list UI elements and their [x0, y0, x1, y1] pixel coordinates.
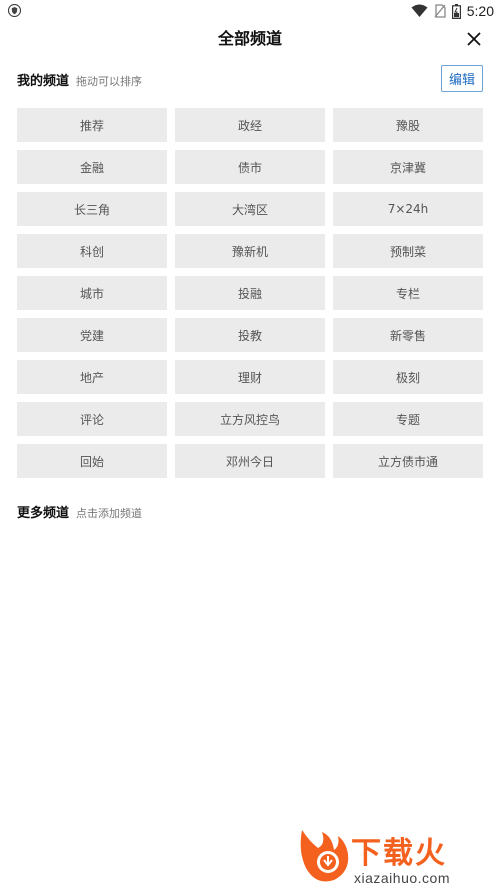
- header: 全部频道: [0, 26, 500, 52]
- channel-chip[interactable]: 立方风控鸟: [175, 402, 325, 436]
- my-channels-hint: 拖动可以排序: [76, 75, 143, 88]
- channel-chip[interactable]: 党建: [17, 318, 167, 352]
- more-channels-hint: 点击添加频道: [76, 507, 143, 520]
- wifi-icon: [411, 4, 428, 17]
- no-sim-icon: [434, 4, 446, 18]
- channel-chip[interactable]: 专栏: [333, 276, 483, 310]
- edit-button[interactable]: 编辑: [441, 65, 483, 92]
- channel-chip[interactable]: 科创: [17, 234, 167, 268]
- channel-chip[interactable]: 推荐: [17, 108, 167, 142]
- status-icons: 5:20: [411, 1, 494, 21]
- my-channels-grid: 推荐 政经 豫股金融 债市 京津冀长三角 大湾区 7×24h 科创 豫新机 预制菜城市 投融 专栏党建…: [17, 108, 483, 478]
- channel-chip[interactable]: 回始: [17, 444, 167, 478]
- channel-chip[interactable]: 专题: [333, 402, 483, 436]
- channel-chip[interactable]: 大湾区: [175, 192, 325, 226]
- channel-chip[interactable]: 城市: [17, 276, 167, 310]
- channel-chip[interactable]: 立方债市通: [333, 444, 483, 478]
- my-channels-title: 我的频道: [17, 74, 70, 89]
- channel-chip[interactable]: 理财: [175, 360, 325, 394]
- channel-chip[interactable]: 预制菜: [333, 234, 483, 268]
- channel-chip[interactable]: 评论: [17, 402, 167, 436]
- my-channels-header: 我的频道 拖动可以排序: [17, 70, 142, 89]
- channel-chip[interactable]: 长三角: [17, 192, 167, 226]
- channel-chip[interactable]: 投教: [175, 318, 325, 352]
- channel-chip[interactable]: 金融: [17, 150, 167, 184]
- watermark-logo: 下载火 xiazaihuo.com: [296, 822, 496, 888]
- more-channels-title: 更多频道: [17, 506, 70, 521]
- status-time: 5:20: [466, 3, 494, 19]
- channel-chip[interactable]: 政经: [175, 108, 325, 142]
- battery-icon: [451, 3, 461, 19]
- channel-chip[interactable]: 极刻: [333, 360, 483, 394]
- flame-logo-icon: [300, 830, 349, 882]
- page-title: 全部频道: [217, 29, 282, 48]
- close-icon[interactable]: [465, 30, 483, 48]
- channel-chip[interactable]: 豫新机: [175, 234, 325, 268]
- channel-chip[interactable]: 新零售: [333, 318, 483, 352]
- channel-chip[interactable]: 豫股: [333, 108, 483, 142]
- channel-chip[interactable]: 地产: [17, 360, 167, 394]
- status-bar: 5:20: [0, 0, 500, 22]
- more-channels-header: 更多频道 点击添加频道: [17, 502, 142, 521]
- watermark-url: xiazaihuo.com: [354, 870, 450, 886]
- channel-chip[interactable]: 邓州今日: [175, 444, 325, 478]
- watermark-text: 下载火: [351, 836, 447, 871]
- channel-chip[interactable]: 债市: [175, 150, 325, 184]
- channel-chip[interactable]: 投融: [175, 276, 325, 310]
- channel-chip[interactable]: 7×24h: [333, 192, 483, 226]
- shield-icon: [8, 4, 21, 17]
- channel-chip[interactable]: 京津冀: [333, 150, 483, 184]
